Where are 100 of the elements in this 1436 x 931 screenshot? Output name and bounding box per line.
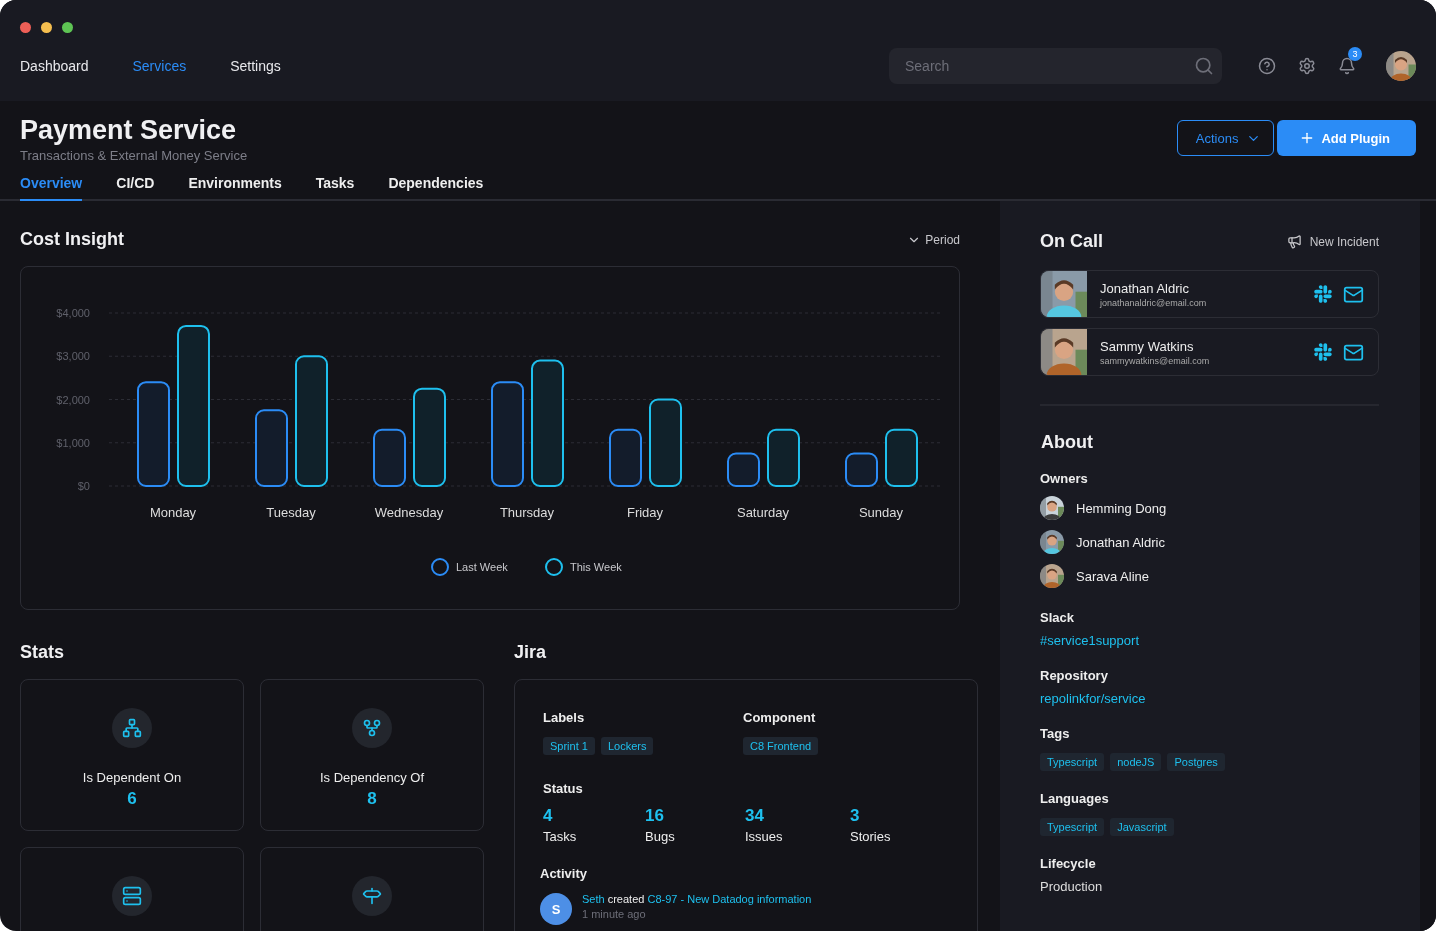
nav-link[interactable]: Dashboard — [20, 58, 89, 74]
user-avatar: S — [540, 893, 572, 925]
component-tag: C8 Frontend — [743, 737, 819, 755]
axis-label: $3,000 — [56, 350, 90, 363]
axis-label: $4,000 — [56, 307, 90, 319]
section-title: Jira — [514, 642, 548, 663]
axis-label: Saturday — [737, 505, 789, 520]
bar — [767, 428, 800, 487]
tab[interactable]: CI/CD — [116, 175, 155, 201]
period-dropdown[interactable]: Period — [907, 232, 960, 247]
search-input[interactable]: Search — [903, 57, 1194, 75]
field-label: Languages — [1040, 791, 1110, 806]
tab[interactable]: Overview — [20, 175, 83, 201]
language-tag: Typescript — [1040, 818, 1105, 836]
section-title: Cost Insight — [20, 229, 124, 250]
settings-icon[interactable] — [1298, 57, 1316, 75]
tab[interactable]: Dependencies — [388, 175, 484, 201]
axis-label: $2,000 — [56, 393, 90, 406]
help-icon[interactable] — [1258, 57, 1276, 75]
actions-button[interactable]: Actions — [1176, 120, 1275, 156]
search-field[interactable]: Search — [889, 48, 1222, 84]
stat-value: 8 — [367, 789, 377, 809]
legend-label: This Week — [570, 561, 623, 573]
page-title: Payment Service — [20, 115, 238, 146]
bar — [845, 452, 878, 487]
field-label: Tags — [1040, 726, 1071, 741]
activity-text: Seth created C8-97 - New Datadog information — [582, 893, 812, 905]
slack-icon[interactable] — [1313, 341, 1333, 362]
bar — [727, 452, 760, 487]
minimize-control[interactable] — [41, 22, 52, 33]
label-tag: Sprint 1 — [543, 737, 595, 755]
bar — [885, 428, 918, 487]
status-label: Tasks — [543, 829, 578, 844]
tag: Postgres — [1167, 753, 1225, 771]
notification-badge: 3 — [1348, 47, 1362, 61]
legend-item: Last Week — [431, 558, 508, 576]
fork-icon — [352, 708, 392, 748]
server-icon — [112, 876, 152, 916]
field-label: Activity — [540, 866, 588, 881]
owner-name: Hemming Dong — [1076, 500, 1167, 516]
field-label: Labels — [543, 710, 586, 725]
page-subtitle: Transactions & External Money Service — [20, 148, 249, 163]
owner-name: Jonathan Aldric — [1076, 534, 1165, 550]
legend-label: Last Week — [456, 561, 509, 573]
status-count: 3 — [850, 806, 861, 826]
section-title: Stats — [20, 642, 65, 663]
user-link[interactable]: Seth — [582, 893, 605, 905]
search-icon — [1194, 56, 1214, 76]
field-label: Status — [543, 781, 584, 796]
megaphone-icon — [1286, 234, 1302, 249]
lifecycle-value: Production — [1040, 879, 1104, 894]
section-title: On Call — [1040, 231, 1103, 252]
field-label: Owners — [1040, 471, 1089, 486]
person-email: jonathanaldric@email.com — [1100, 297, 1207, 308]
stat-value: 6 — [127, 789, 137, 809]
axis-label: Friday — [626, 505, 664, 520]
new-incident-button[interactable]: New Incident — [1286, 234, 1379, 249]
person-name: Jonathan Aldric — [1100, 280, 1190, 296]
tag: nodeJS — [1110, 753, 1162, 771]
axis-label: Tuesday — [266, 505, 316, 520]
tab[interactable]: Environments — [188, 175, 282, 201]
status-label: Bugs — [645, 829, 676, 844]
network-icon — [112, 708, 152, 748]
axis-label: Sunday — [858, 505, 904, 520]
maximize-control[interactable] — [62, 22, 73, 33]
legend-item: This Week — [545, 558, 622, 576]
axis-label: Monday — [149, 505, 197, 520]
status-count: 16 — [645, 806, 665, 826]
axis-label: $1,000 — [56, 436, 90, 449]
slack-icon[interactable] — [1313, 283, 1333, 304]
field-label: Slack — [1040, 610, 1075, 625]
status-label: Issues — [745, 829, 784, 844]
activity-time: 1 minute ago — [582, 908, 647, 920]
nav-link[interactable]: Settings — [230, 58, 281, 74]
repository-link[interactable]: repolinkfor/service — [1040, 691, 1379, 706]
section-title: About — [1041, 432, 1094, 453]
owner-name: Sarava Aline — [1076, 568, 1149, 584]
signpost-icon — [352, 876, 392, 916]
axis-label: Wednesday — [374, 505, 444, 520]
slack-channel-link[interactable]: #service1support — [1040, 633, 1379, 648]
status-label: Stories — [850, 829, 892, 844]
axis-label: Thursday — [499, 505, 555, 520]
bar — [373, 428, 406, 487]
field-label: Lifecycle — [1040, 856, 1097, 871]
person-email: sammywatkins@email.com — [1100, 355, 1210, 366]
field-label: Repository — [1040, 668, 1109, 683]
tab[interactable]: Tasks — [315, 175, 355, 201]
status-count: 34 — [745, 806, 765, 826]
axis-label: $0 — [77, 480, 90, 492]
field-label: Component — [743, 710, 817, 725]
label-tag: Lockers — [600, 737, 654, 755]
issue-link[interactable]: C8-97 - New Datadog information — [647, 893, 812, 905]
status-count: 4 — [543, 806, 554, 826]
close-control[interactable] — [20, 22, 31, 33]
stat-label: Is Dependency Of — [319, 770, 425, 785]
tag: Typescript — [1040, 753, 1105, 771]
nav-link[interactable]: Services — [132, 58, 187, 74]
bell-icon[interactable] — [1338, 57, 1356, 75]
language-tag: Javascript — [1110, 818, 1174, 836]
person-name: Sammy Watkins — [1100, 338, 1195, 354]
